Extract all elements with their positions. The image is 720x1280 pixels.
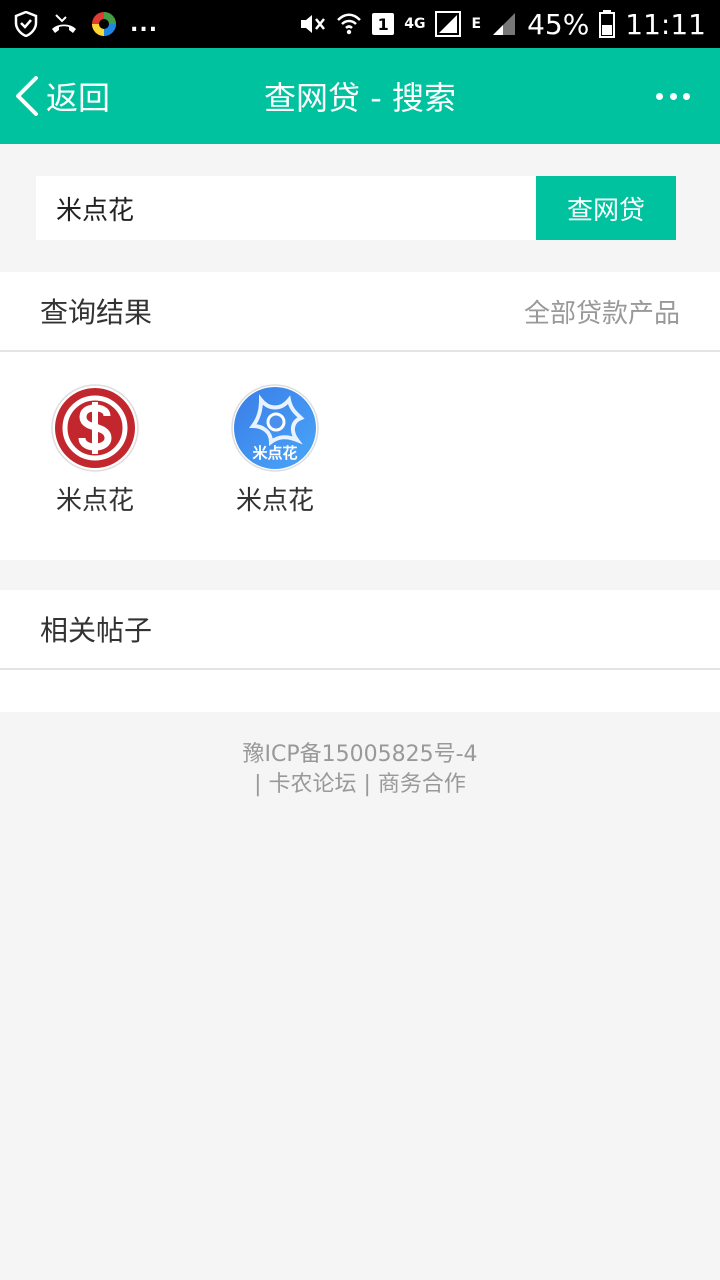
business-link[interactable]: 商务合作 [378,772,466,797]
network-icon [435,11,462,37]
status-bar: ... 1 4G E 45% 11:11 [0,0,720,48]
mute-icon [301,15,326,33]
chevron-left-icon [16,76,38,116]
search-input[interactable] [36,176,536,240]
footer-links: | 卡农论坛 | 商务合作 [0,770,720,800]
results-title: 查询结果 [40,296,153,329]
more-menu-button[interactable] [656,86,690,106]
footer: 豫ICP备15005825号-4 | 卡农论坛 | 商务合作 [0,740,720,800]
footer-separator: | [363,772,371,797]
posts-header: 相关帖子 [0,590,720,670]
battery-icon [599,10,616,38]
signal-icon [493,13,516,35]
search-bar: 查网贷 [36,176,676,240]
network-type: 4G [404,16,426,32]
search-button[interactable]: 查网贷 [536,176,676,240]
icp-text: 豫ICP备15005825号-4 [242,742,478,767]
all-products-link[interactable]: 全部贷款产品 [524,293,680,330]
more-notifications: ... [130,11,159,37]
midianhua-logo-icon: 米点花 [231,384,319,472]
logo-text: 米点花 [252,444,297,462]
wifi-icon [337,13,362,35]
dollar-logo-icon [51,384,139,472]
forum-link[interactable]: 卡农论坛 [268,772,356,797]
result-item[interactable]: 米点花 [40,384,150,517]
clock: 11:11 [625,7,706,41]
edge-label: E [471,16,482,32]
result-name: 米点花 [235,486,314,516]
sim-icon: 1 [372,13,395,35]
result-list: 米点花 米点花 米点花 [0,352,720,517]
result-name: 米点花 [55,486,134,516]
dot-icon [669,92,677,100]
results-header: 查询结果 全部贷款产品 [0,272,720,352]
shield-icon [14,11,38,37]
posts-title: 相关帖子 [40,614,153,647]
app-color-icon [92,12,116,36]
back-button[interactable]: 返回 [12,48,110,144]
battery-percent: 45% [527,7,590,41]
dot-icon [683,92,690,100]
footer-separator: | [254,772,262,797]
back-label: 返回 [46,79,111,117]
posts-card: 相关帖子 [0,590,720,712]
missed-call-icon [52,14,76,33]
results-card: 查询结果 全部贷款产品 米点花 米点花 米点花 [0,272,720,560]
dot-icon [656,92,663,100]
top-bar: 返回 查网贷 - 搜索 [0,48,720,144]
result-item[interactable]: 米点花 米点花 [220,384,330,517]
